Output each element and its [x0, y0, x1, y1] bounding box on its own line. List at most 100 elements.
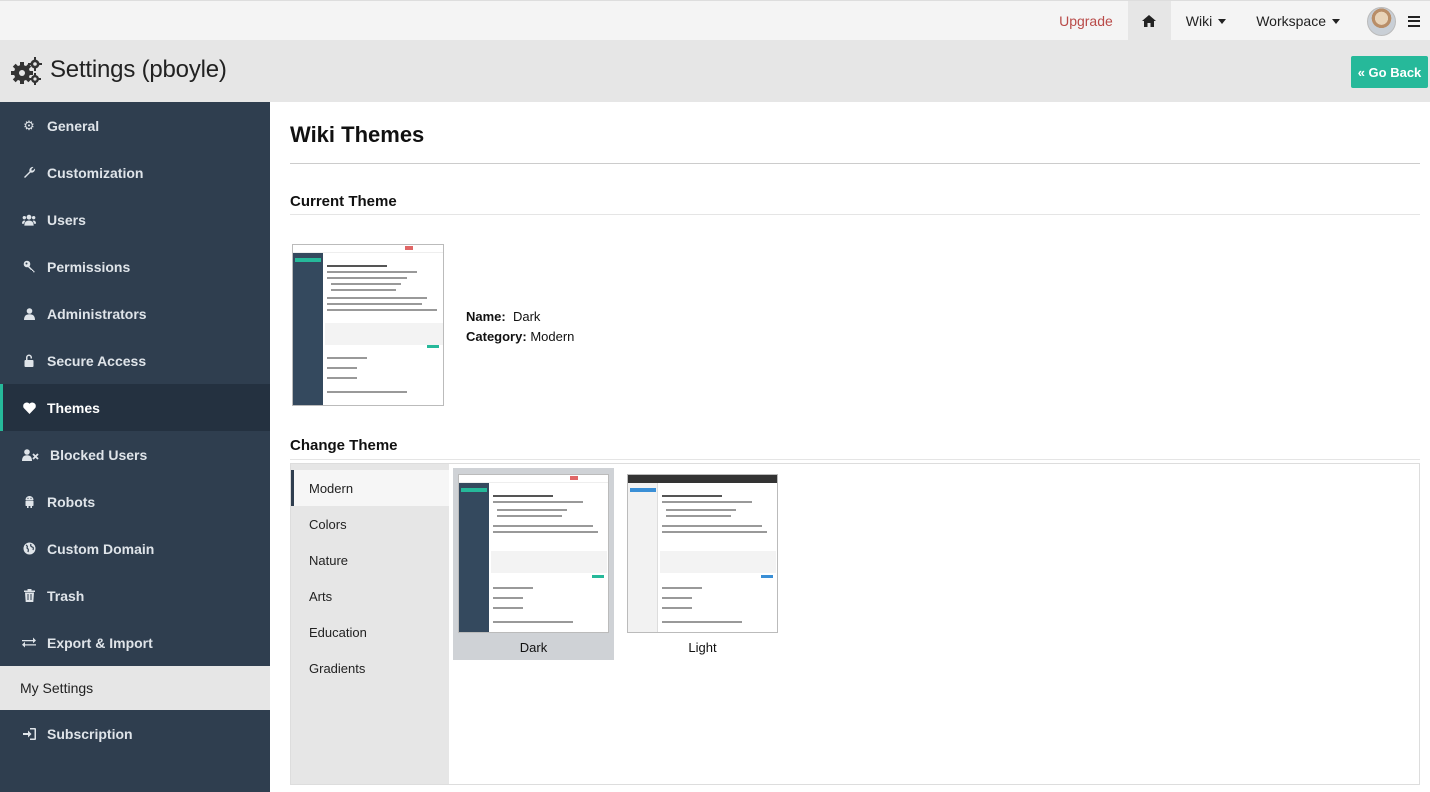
theme-label: Light: [688, 640, 717, 655]
sidebar-item-general[interactable]: ⚙ General: [0, 102, 270, 149]
thumbnail-line: [327, 277, 407, 279]
thumbnail-box: [660, 551, 776, 573]
sidebar-item-label: Subscription: [47, 725, 133, 742]
thumbnail-line: [493, 597, 523, 599]
sidebar-item-trash[interactable]: Trash: [0, 572, 270, 619]
category-arts[interactable]: Arts: [291, 578, 449, 614]
current-theme-thumbnail: [292, 244, 444, 406]
category-gradients[interactable]: Gradients: [291, 650, 449, 686]
thumbnail-line: [327, 271, 417, 273]
thumbnail-line: [327, 303, 422, 305]
gears-icon: [11, 57, 42, 85]
trash-icon: [22, 589, 36, 603]
current-theme-panel: Name: Dark Category: Modern: [290, 215, 1420, 416]
thumbnail-box: [325, 323, 443, 345]
sign-in-icon: [22, 727, 36, 741]
home-button[interactable]: [1127, 1, 1171, 41]
sidebar-item-users[interactable]: Users: [0, 196, 270, 243]
sidebar-item-customization[interactable]: Customization: [0, 149, 270, 196]
thumbnail-button: [461, 488, 487, 492]
thumbnail-line: [666, 515, 731, 517]
sidebar-item-label: Administrators: [47, 305, 147, 322]
current-theme-heading: Current Theme: [290, 193, 397, 210]
sidebar-item-label: Export & Import: [47, 634, 153, 651]
thumbnail-badge: [570, 476, 578, 480]
sidebar-item-label: Blocked Users: [50, 446, 148, 463]
sidebar-item-administrators[interactable]: Administrators: [0, 290, 270, 337]
hamburger-menu-icon[interactable]: [1408, 15, 1420, 27]
theme-thumbnail: [458, 474, 609, 633]
thumbnail-line: [327, 309, 437, 311]
thumbnail-line: [331, 283, 401, 285]
thumbnail-sidebar: [293, 253, 323, 405]
thumbnail-topbar: [459, 475, 608, 483]
thumbnail-line: [662, 607, 692, 609]
thumbnail-topbar: [293, 245, 443, 253]
theme-name: Dark: [512, 309, 541, 324]
thumbnail-line: [662, 495, 722, 497]
heart-icon: [22, 401, 36, 415]
thumbnail-line: [327, 367, 357, 369]
theme-card-dark[interactable]: Dark: [453, 468, 614, 660]
theme-label: Dark: [519, 640, 548, 655]
sidebar-item-custom-domain[interactable]: Custom Domain: [0, 525, 270, 572]
sidebar-item-label: Users: [47, 211, 86, 228]
sidebar-my-settings[interactable]: My Settings: [0, 666, 270, 710]
sidebar-item-label: Trash: [47, 587, 85, 604]
avatar[interactable]: [1367, 6, 1396, 36]
wiki-menu[interactable]: Wiki: [1171, 1, 1241, 41]
go-back-button[interactable]: « Go Back: [1351, 56, 1428, 88]
category-nature[interactable]: Nature: [291, 542, 449, 578]
thumbnail-line: [662, 531, 767, 533]
thumbnail-line: [327, 297, 427, 299]
sidebar-item-secure-access[interactable]: Secure Access: [0, 337, 270, 384]
thumbnail-topbar: [628, 475, 777, 483]
thumbnail-button: [427, 345, 439, 348]
theme-picker: Modern Colors Nature Arts Education Grad…: [290, 463, 1420, 785]
globe-icon: [22, 542, 36, 556]
sidebar-item-robots[interactable]: Robots: [0, 478, 270, 525]
caret-down-icon: [1218, 18, 1227, 24]
thumbnail-line: [662, 525, 762, 527]
thumbnail-line: [497, 515, 562, 517]
sidebar-item-label: Custom Domain: [47, 540, 155, 557]
thumbnail-line: [662, 621, 742, 623]
thumbnail-line: [662, 587, 702, 589]
settings-sidebar: ⚙ General Customization Users Permission…: [0, 102, 270, 792]
thumbnail-line: [327, 391, 407, 393]
theme-thumbnail: [627, 474, 778, 633]
themes-content: Wiki Themes Current Theme Name: Dark Cat…: [290, 102, 1420, 785]
top-nav: Upgrade Wiki Workspace: [1044, 1, 1430, 41]
theme-category-list: Modern Colors Nature Arts Education Grad…: [291, 464, 449, 784]
user-times-icon: [22, 448, 39, 462]
thumbnail-line: [493, 525, 593, 527]
sidebar-item-themes[interactable]: Themes: [0, 384, 270, 431]
sidebar-item-label: Robots: [47, 493, 96, 510]
thumbnail-button: [761, 575, 773, 578]
theme-category: Modern: [530, 329, 575, 344]
category-education[interactable]: Education: [291, 614, 449, 650]
thumbnail-line: [493, 621, 573, 623]
thumbnail-button: [295, 258, 321, 262]
workspace-menu[interactable]: Workspace: [1241, 1, 1355, 41]
sidebar-item-blocked-users[interactable]: Blocked Users: [0, 431, 270, 478]
thumbnail-line: [662, 501, 752, 503]
current-theme-info: Name: Dark Category: Modern: [466, 307, 574, 347]
category-modern[interactable]: Modern: [291, 470, 449, 506]
thumbnail-line: [493, 495, 553, 497]
lock-icon: [22, 354, 36, 368]
section-title: Wiki Themes: [290, 122, 425, 147]
thumbnail-line: [497, 509, 567, 511]
sidebar-item-permissions[interactable]: Permissions: [0, 243, 270, 290]
sidebar-item-label: General: [47, 117, 100, 134]
theme-card-light[interactable]: Light: [622, 468, 783, 660]
sidebar-item-export-import[interactable]: Export & Import: [0, 619, 270, 666]
caret-down-icon: [1332, 18, 1340, 24]
thumbnail-box: [491, 551, 607, 573]
thumbnail-line: [493, 587, 533, 589]
sidebar-item-subscription[interactable]: Subscription: [0, 710, 270, 757]
upgrade-link[interactable]: Upgrade: [1044, 1, 1128, 41]
thumbnail-sidebar: [628, 483, 658, 632]
category-colors[interactable]: Colors: [291, 506, 449, 542]
thumbnail-line: [331, 289, 396, 291]
